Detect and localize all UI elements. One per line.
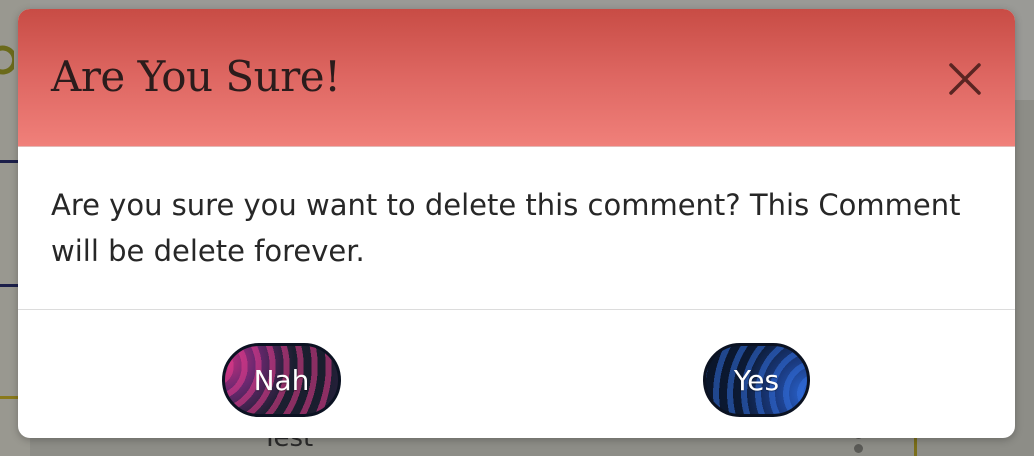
refresh-icon — [0, 45, 14, 75]
yes-button[interactable]: Yes — [703, 343, 810, 417]
dialog-title: Are You Sure! — [51, 52, 341, 101]
dialog-message: Are you sure you want to delete this com… — [51, 188, 961, 268]
dialog-footer: Nah Yes — [18, 310, 1015, 438]
close-button[interactable] — [943, 57, 987, 101]
close-icon — [949, 63, 981, 95]
confirm-delete-dialog: Are You Sure! Are you sure you want to d… — [18, 9, 1015, 438]
yes-button-label: Yes — [733, 363, 780, 397]
nah-button-label: Nah — [253, 363, 310, 397]
dialog-body: Are you sure you want to delete this com… — [18, 147, 1015, 309]
nah-button[interactable]: Nah — [222, 343, 341, 417]
dialog-header: Are You Sure! — [18, 9, 1015, 147]
